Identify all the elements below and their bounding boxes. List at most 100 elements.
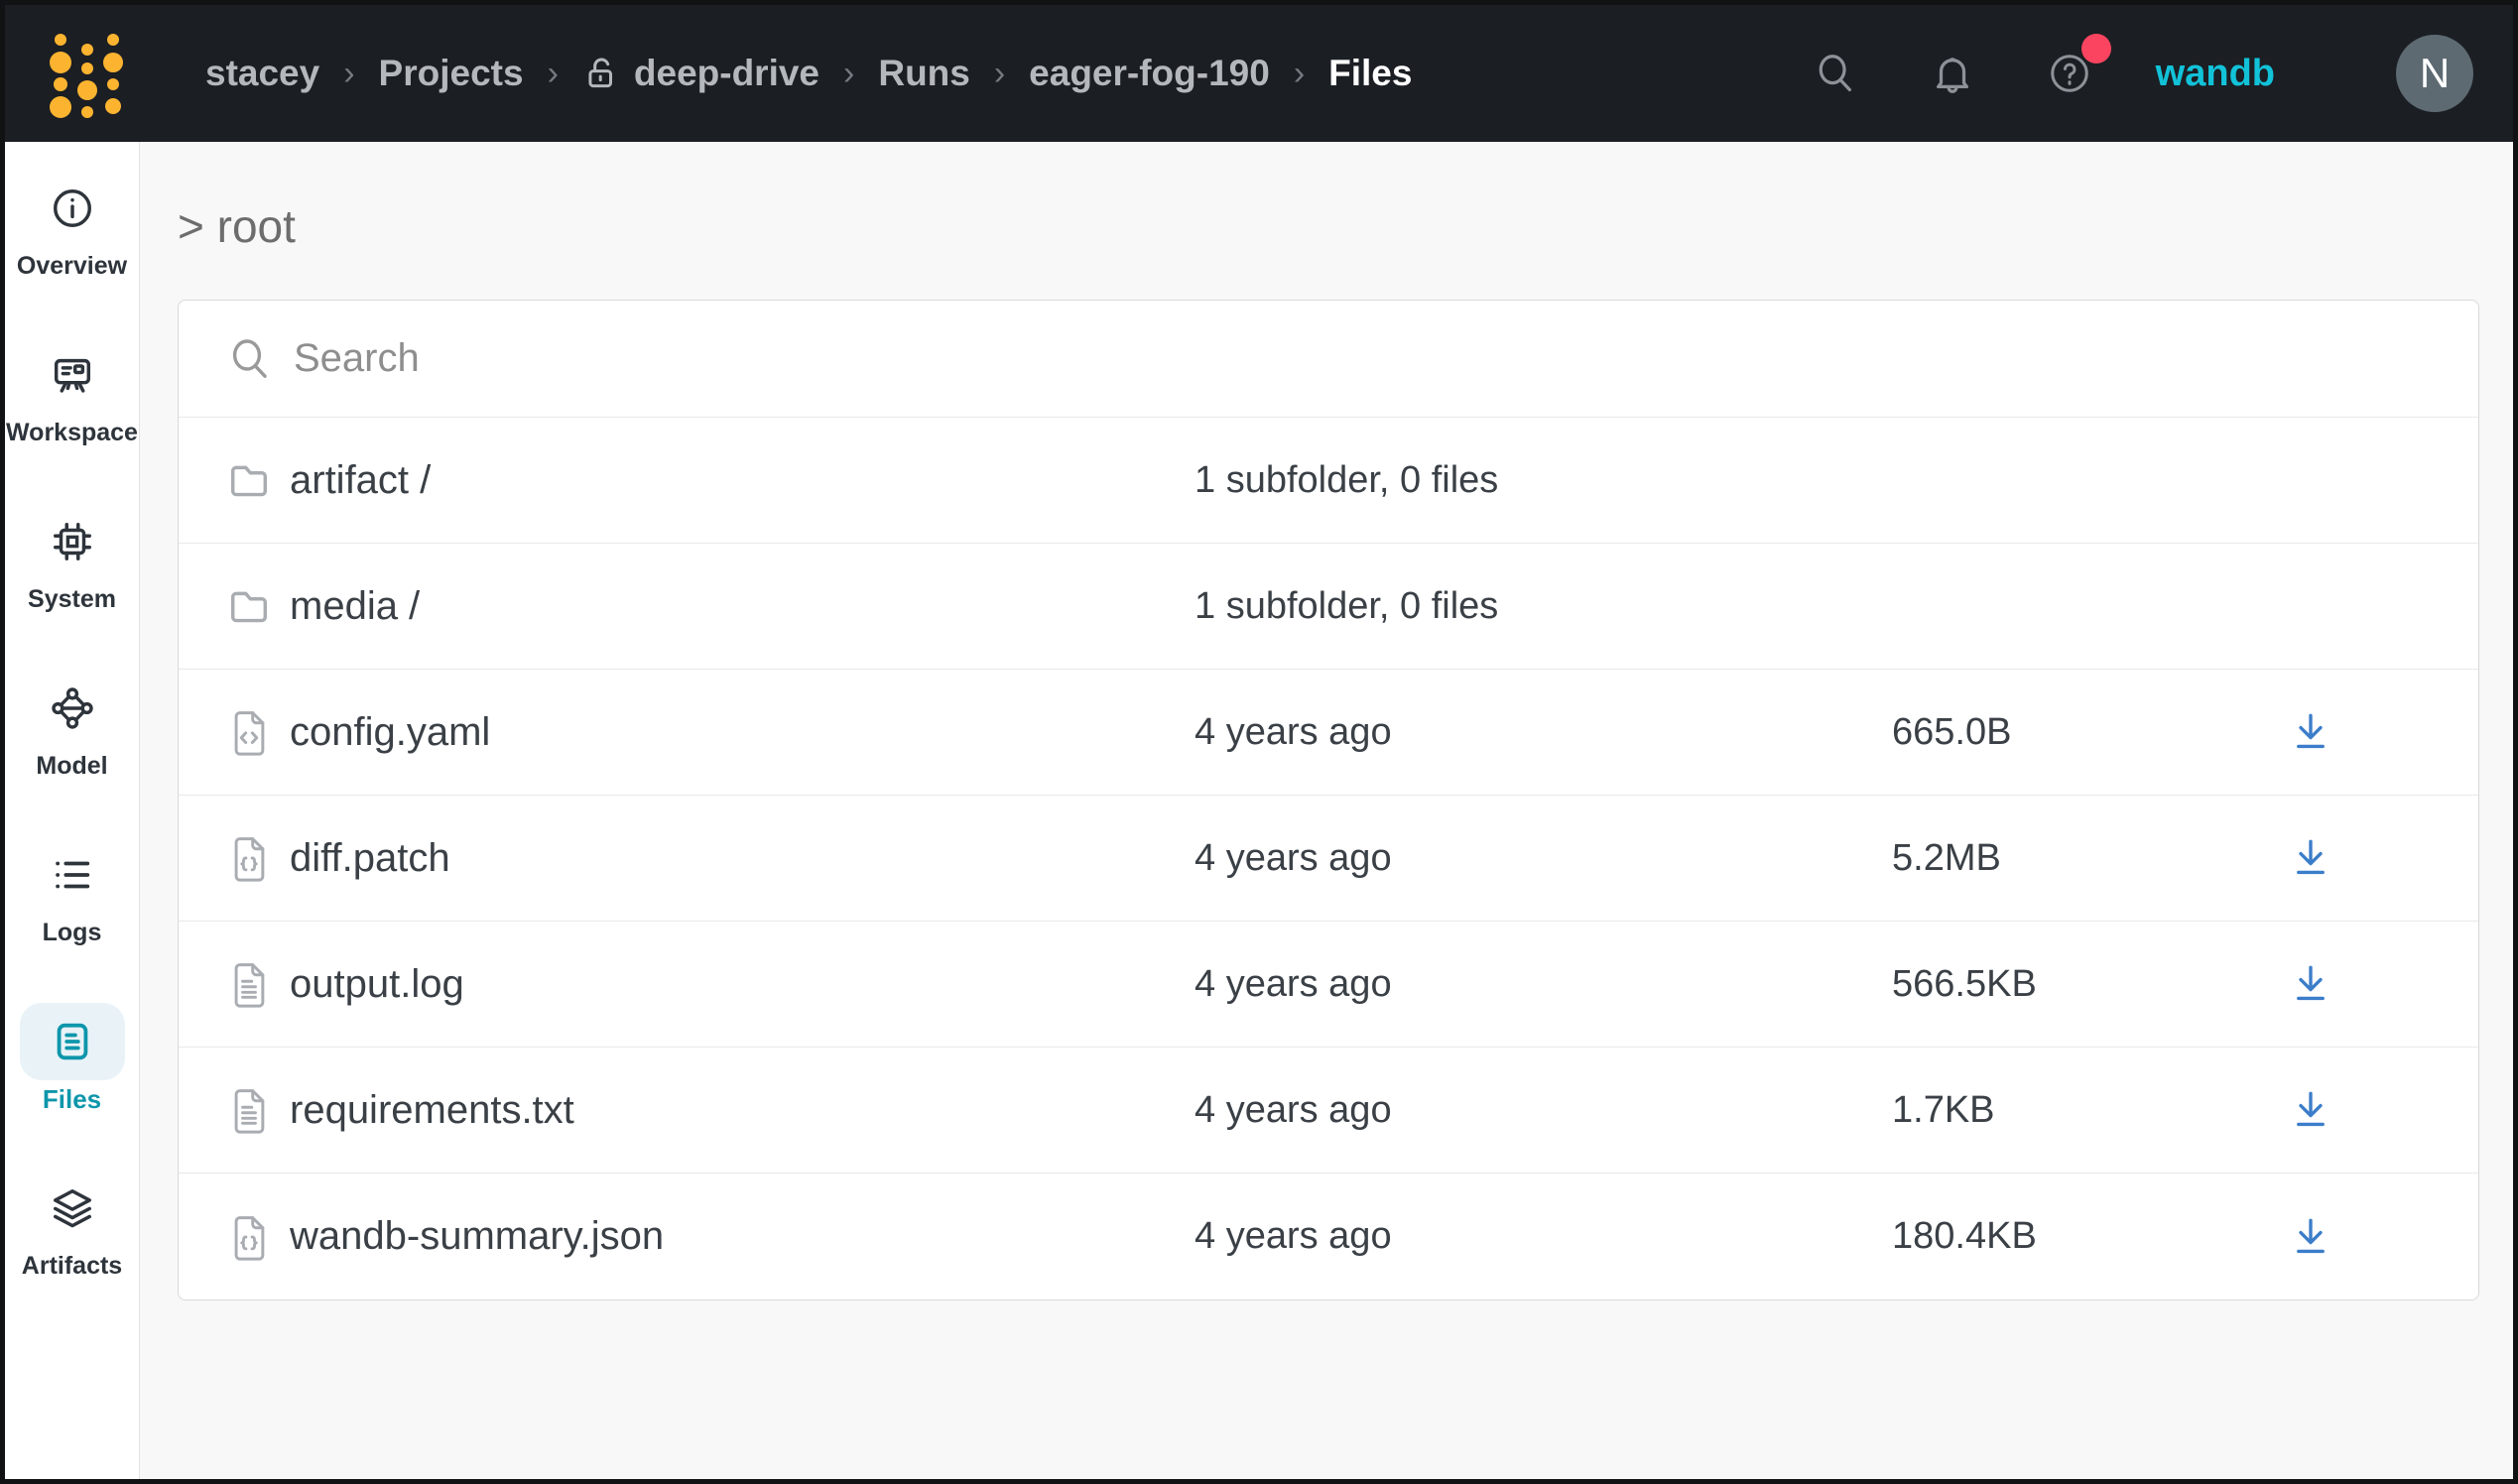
download-cell <box>2190 1082 2431 1138</box>
files-card: artifact /1 subfolder, 0 filesmedia /1 s… <box>178 300 2479 1300</box>
file-row[interactable]: output.log4 years ago566.5KB <box>179 922 2478 1048</box>
breadcrumb-item-runs[interactable]: Runs <box>878 53 970 94</box>
file-row[interactable]: wandb-summary.json4 years ago180.4KB <box>179 1174 2478 1299</box>
file-size: 5.2MB <box>1892 837 2190 880</box>
logs-icon <box>20 836 125 914</box>
file-meta: 4 years ago <box>1195 1089 1892 1132</box>
folder-icon <box>226 456 290 504</box>
download-button[interactable] <box>2283 1082 2338 1138</box>
sidebar-item-label: Artifacts <box>22 1251 122 1281</box>
avatar[interactable]: N <box>2396 35 2473 112</box>
download-cell <box>2190 704 2431 760</box>
file-name: artifact / <box>290 458 1195 503</box>
files-icon <box>20 1003 125 1080</box>
sidebar-item-label: Model <box>36 751 107 781</box>
sidebar-item-system[interactable]: System <box>20 503 125 614</box>
download-cell <box>2190 1209 2431 1265</box>
file-row[interactable]: config.yaml4 years ago665.0B <box>179 670 2478 796</box>
notification-dot <box>2081 34 2111 63</box>
file-search-input[interactable] <box>294 336 2431 381</box>
file-meta: 1 subfolder, 0 files <box>1195 459 1892 502</box>
file-list: artifact /1 subfolder, 0 filesmedia /1 s… <box>179 418 2478 1299</box>
file-meta: 4 years ago <box>1195 963 1892 1006</box>
sidebar-item-workspace[interactable]: Workspace <box>6 336 138 447</box>
sidebar-item-model[interactable]: Model <box>20 670 125 781</box>
breadcrumb-label: Files <box>1328 53 1412 94</box>
breadcrumb-label: deep-drive <box>634 53 819 94</box>
sidebar-item-overview[interactable]: Overview <box>17 170 127 281</box>
breadcrumb-separator: › <box>343 55 354 93</box>
file-size: 1.7KB <box>1892 1089 2190 1132</box>
breadcrumb-separator: › <box>994 55 1005 93</box>
navbar-actions: wandb N <box>1813 35 2473 112</box>
file-meta: 1 subfolder, 0 files <box>1195 585 1892 628</box>
info-icon <box>20 170 125 247</box>
file-size: 665.0B <box>1892 711 2190 754</box>
notifications-button[interactable] <box>1930 51 1975 96</box>
file-name: media / <box>290 584 1195 629</box>
breadcrumb-item-eager-fog-190[interactable]: eager-fog-190 <box>1029 53 1270 94</box>
breadcrumb-separator: › <box>548 55 559 93</box>
breadcrumb: stacey › Projects › deep-drive › Runs › eager-fo… <box>205 53 1412 94</box>
file-row[interactable]: diff.patch4 years ago5.2MB <box>179 796 2478 922</box>
path-heading: > root <box>178 199 2513 254</box>
download-icon <box>2294 964 2328 1004</box>
sidebar-item-label: Files <box>43 1084 101 1114</box>
app-window: stacey › Projects › deep-drive › Runs › eager-fo… <box>0 0 2518 1484</box>
breadcrumb-separator: › <box>843 55 854 93</box>
file-meta: 4 years ago <box>1195 711 1892 754</box>
file-size: 566.5KB <box>1892 963 2190 1006</box>
breadcrumb-item-deep-drive[interactable]: deep-drive <box>582 53 819 94</box>
download-button[interactable] <box>2283 956 2338 1012</box>
sidebar-item-label: Overview <box>17 251 127 281</box>
download-icon <box>2294 1217 2328 1257</box>
breadcrumb-item-stacey[interactable]: stacey <box>205 53 319 94</box>
lock-open-icon <box>582 55 620 92</box>
file-name: wandb-summary.json <box>290 1214 1195 1259</box>
download-icon <box>2294 712 2328 752</box>
file-type-icon <box>226 708 290 756</box>
download-icon <box>2294 1090 2328 1130</box>
breadcrumb-item-projects[interactable]: Projects <box>379 53 524 94</box>
file-type-icon <box>226 1086 290 1134</box>
folder-icon <box>226 582 290 630</box>
file-name: config.yaml <box>290 710 1195 755</box>
breadcrumb-label: stacey <box>205 53 319 94</box>
sidebar-item-label: Workspace <box>6 418 138 447</box>
file-search-row <box>179 301 2478 418</box>
sidebar-item-logs[interactable]: Logs <box>20 836 125 947</box>
sidebar-item-label: System <box>28 584 116 614</box>
download-cell <box>2190 956 2431 1012</box>
file-size: 180.4KB <box>1892 1215 2190 1258</box>
sidebar-item-label: Logs <box>43 918 102 947</box>
breadcrumb-label: eager-fog-190 <box>1029 53 1270 94</box>
download-button[interactable] <box>2283 830 2338 886</box>
wandb-logo-icon[interactable] <box>49 26 124 121</box>
run-sidebar: Overview Workspace System Model Logs Files Art… <box>5 142 140 1479</box>
file-name: requirements.txt <box>290 1088 1195 1133</box>
file-name: output.log <box>290 962 1195 1007</box>
sidebar-item-files[interactable]: Files <box>20 1003 125 1114</box>
breadcrumb-item-files[interactable]: Files <box>1328 53 1412 94</box>
top-navbar: stacey › Projects › deep-drive › Runs › eager-fo… <box>5 5 2513 142</box>
files-main-panel: > root artifact /1 subfolder, 0 filesmed… <box>140 142 2513 1479</box>
file-name: diff.patch <box>290 836 1195 881</box>
bell-icon <box>1930 51 1975 96</box>
system-icon <box>20 503 125 580</box>
file-row[interactable]: artifact /1 subfolder, 0 files <box>179 418 2478 544</box>
download-button[interactable] <box>2283 1209 2338 1265</box>
file-row[interactable]: requirements.txt4 years ago1.7KB <box>179 1048 2478 1174</box>
help-button[interactable] <box>2047 51 2092 96</box>
wandb-team-link[interactable]: wandb <box>2156 53 2275 95</box>
search-icon <box>1813 51 1858 96</box>
download-icon <box>2294 838 2328 878</box>
file-meta: 4 years ago <box>1195 1215 1892 1258</box>
download-cell <box>2190 830 2431 886</box>
download-button[interactable] <box>2283 704 2338 760</box>
breadcrumb-label: Projects <box>379 53 524 94</box>
file-type-icon <box>226 834 290 882</box>
file-type-icon <box>226 1213 290 1261</box>
search-button[interactable] <box>1813 51 1858 96</box>
file-row[interactable]: media /1 subfolder, 0 files <box>179 544 2478 670</box>
sidebar-item-artifacts[interactable]: Artifacts <box>20 1170 125 1281</box>
